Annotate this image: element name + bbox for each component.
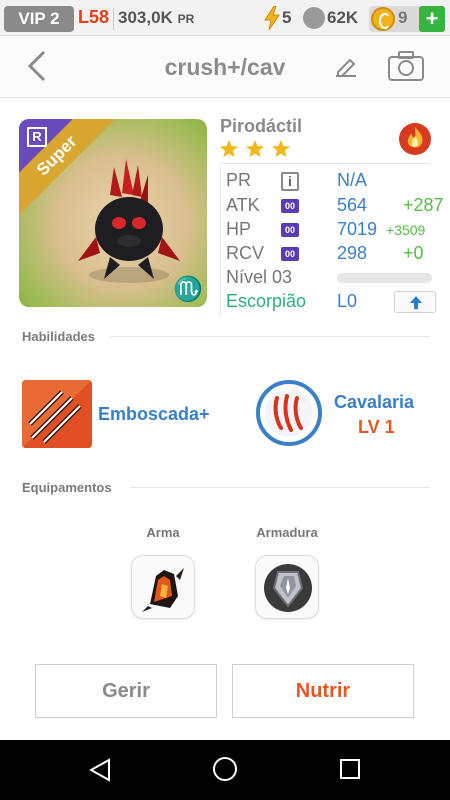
equipment-divider — [130, 487, 430, 488]
stat-row-level: Nível 03 — [226, 267, 436, 291]
energy-count: 5 — [282, 8, 292, 27]
stat-value: 7019 — [337, 219, 378, 239]
weapon-slot[interactable] — [131, 555, 195, 619]
rune-badge: 00 — [281, 247, 299, 261]
power-unit: PR — [177, 12, 195, 26]
edit-icon[interactable] — [334, 54, 358, 78]
stats-panel: PR i N/A ATK 00 564 +287 HP 00 7019 +350… — [220, 166, 444, 316]
energy-icon — [264, 6, 280, 30]
skill-cavalaria-icon[interactable] — [256, 380, 322, 446]
stat-bonus: +3509 — [386, 222, 426, 238]
info-icon[interactable]: i — [281, 172, 299, 191]
armor-label: Armadura — [256, 525, 318, 540]
stat-bonus: +287 — [403, 195, 444, 215]
monster-name: Pirodáctil — [220, 116, 303, 136]
monster-portrait — [78, 159, 180, 283]
star-icon — [246, 140, 264, 157]
weapon-label: Arma — [146, 525, 180, 540]
stats-divider — [220, 163, 430, 164]
rarity-badge: R — [27, 127, 47, 147]
rune-badge: 00 — [281, 199, 299, 213]
stat-row-rcv: RCV 00 298 +0 — [226, 243, 436, 267]
skill-emboscada-name[interactable]: Emboscada+ — [98, 404, 210, 425]
rune-badge: 00 — [281, 223, 299, 237]
stat-row-hp: HP 00 7019 +3509 — [226, 219, 436, 243]
resource-bar: VIP 2 L58 303,0K PR 5 62K 9 + — [0, 0, 450, 36]
coin-icon — [371, 7, 395, 31]
divider — [113, 8, 114, 30]
level-progress-bar — [337, 273, 432, 283]
stat-bonus: +0 — [403, 243, 424, 263]
system-navbar — [0, 740, 450, 800]
manage-button[interactable]: Gerir — [35, 664, 217, 718]
star-rating — [220, 140, 290, 157]
skill-cavalaria-level: LV 1 — [358, 417, 395, 437]
equipment-title: Equipamentos — [22, 480, 112, 495]
claw-icon — [265, 389, 313, 437]
skill-cavalaria-name[interactable]: Cavalaria — [334, 392, 414, 413]
page-title: crush+/cav — [164, 54, 286, 80]
fire-element-icon — [399, 123, 431, 155]
paw-count: 62K — [327, 8, 359, 27]
paw-icon — [303, 7, 325, 29]
stat-value: 564 — [337, 195, 368, 215]
nav-home-icon[interactable] — [213, 757, 237, 781]
vip-badge[interactable]: VIP 2 — [4, 6, 74, 32]
stat-row-atk: ATK 00 564 +287 — [226, 195, 444, 219]
arrows-icon — [22, 380, 92, 448]
skill-emboscada-icon[interactable] — [22, 380, 92, 448]
star-icon — [220, 140, 238, 157]
star-icon — [272, 140, 290, 157]
claw-weapon-icon — [142, 568, 184, 612]
nav-back-icon[interactable] — [89, 758, 111, 782]
camera-icon[interactable] — [387, 50, 425, 82]
player-power: 303,0K PR — [118, 8, 194, 28]
stat-row-sign: Escorpião L0 — [226, 291, 436, 315]
upgrade-sign-button[interactable] — [394, 291, 436, 313]
zodiac-sign-label: Escorpião — [226, 291, 307, 311]
player-level: L58 — [78, 7, 110, 27]
stat-row-pr: PR i N/A — [226, 170, 436, 194]
abilities-divider — [110, 336, 430, 337]
stat-value: 298 — [337, 243, 368, 263]
coin-count: 9 — [398, 8, 408, 27]
armor-slot[interactable] — [255, 555, 319, 619]
stat-label: ATK — [226, 195, 260, 215]
shield-armor-icon — [264, 564, 312, 612]
zodiac-sign-level: L0 — [337, 291, 358, 311]
nav-recents-icon[interactable] — [340, 759, 360, 779]
feed-button[interactable]: Nutrir — [232, 664, 414, 718]
back-icon[interactable] — [20, 48, 56, 84]
stat-value: N/A — [337, 170, 368, 190]
power-value: 303,0K — [118, 8, 173, 27]
abilities-title: Habilidades — [22, 329, 95, 344]
add-coins-button[interactable]: + — [419, 6, 445, 32]
stat-label: HP — [226, 219, 252, 239]
stat-label: RCV — [226, 243, 265, 263]
zodiac-icon: ♏ — [173, 276, 203, 303]
level-label: Nível 03 — [226, 267, 293, 287]
monster-header: crush+/cav — [0, 36, 450, 98]
monster-card[interactable]: Super R ♏ — [19, 119, 207, 307]
stat-label: PR — [226, 170, 252, 190]
